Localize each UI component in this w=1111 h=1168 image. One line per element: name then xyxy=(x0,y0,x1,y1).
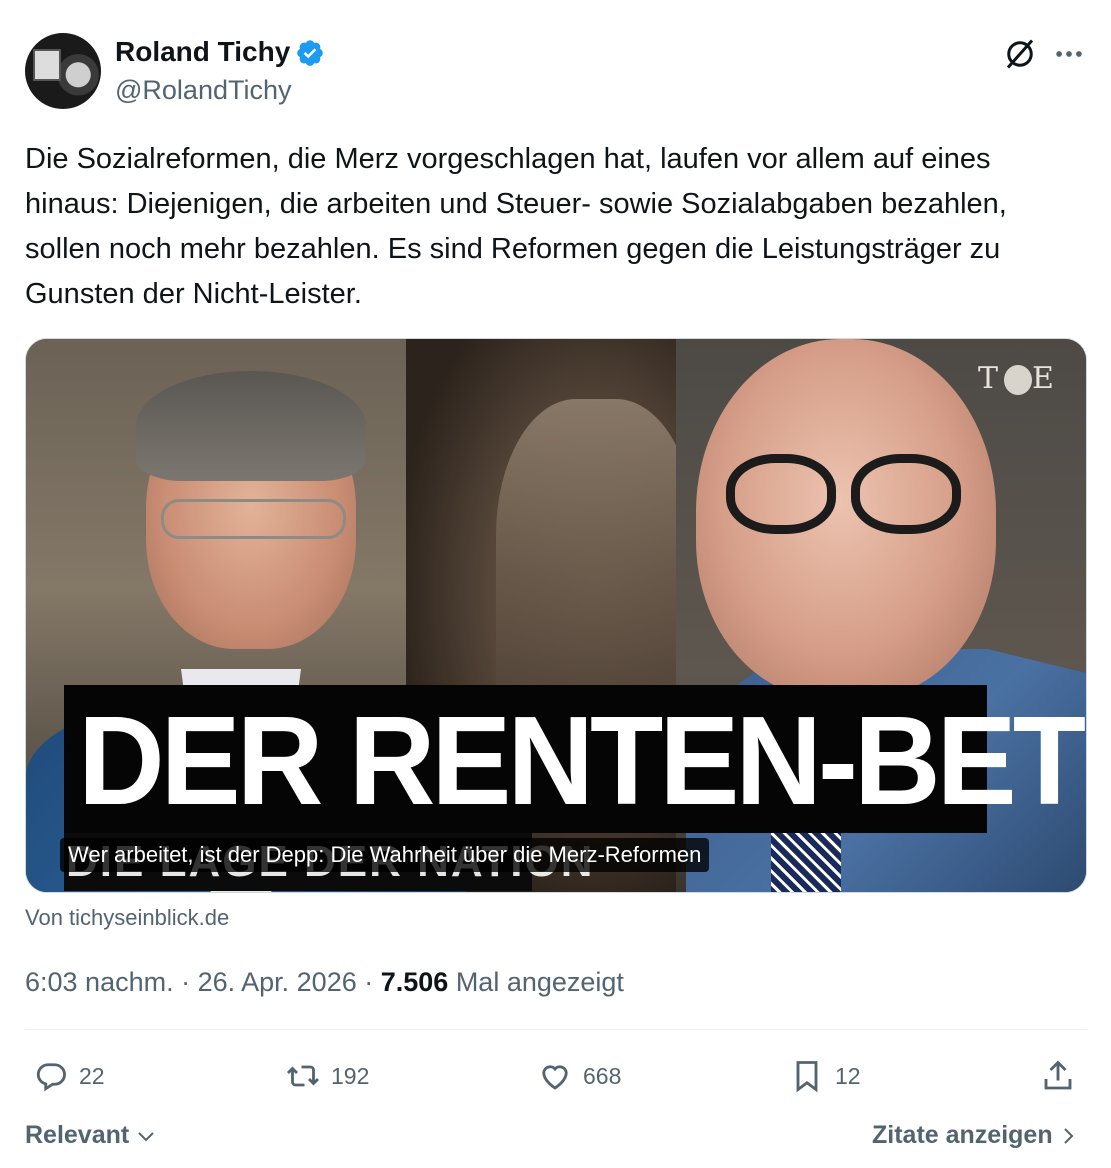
views-count: 7.506 xyxy=(380,967,449,997)
chevron-down-icon xyxy=(138,1132,154,1142)
bookmark-count: 12 xyxy=(835,1062,861,1089)
share-button[interactable] xyxy=(1040,1056,1086,1096)
author-avatar[interactable] xyxy=(25,33,101,109)
divider xyxy=(25,1029,1087,1030)
card-image-logo: TE xyxy=(978,361,1060,396)
like-count: 668 xyxy=(583,1062,622,1089)
card-image-person2-glasses-left xyxy=(726,454,836,534)
meta-separator: · xyxy=(173,967,198,997)
sort-dropdown[interactable]: Relevant xyxy=(25,1118,156,1152)
card-caption[interactable]: Wer arbeitet, ist der Depp: Die Wahrheit… xyxy=(60,838,710,872)
meta-separator: · xyxy=(356,967,381,997)
card-image-headline: DER RENTEN-BETRUG xyxy=(78,690,1086,832)
card-image-person2-glasses-right xyxy=(851,454,961,534)
repost-button[interactable]: 192 xyxy=(285,1056,369,1096)
repost-count: 192 xyxy=(331,1062,370,1089)
share-icon xyxy=(1044,1060,1072,1090)
logo-text: E xyxy=(1032,361,1060,396)
tweet-date[interactable]: 26. Apr. 2026 xyxy=(198,967,357,997)
author-name[interactable]: Roland Tichy xyxy=(115,34,290,70)
logo-seal xyxy=(1004,365,1033,395)
sort-label: Relevant xyxy=(25,1121,130,1149)
view-quotes-link[interactable]: Zitate anzeigen xyxy=(872,1118,1076,1152)
card-source[interactable]: Von tichyseinblick.de xyxy=(25,904,229,932)
more-icon[interactable] xyxy=(1052,37,1086,71)
tweet-text: Die Sozialreformen, die Merz vorgeschlag… xyxy=(25,143,1007,310)
link-card[interactable]: TE DER RENTEN-BETRUG DIE LAGE DER NATION… xyxy=(25,338,1087,893)
reply-count: 22 xyxy=(79,1062,105,1089)
tweet-meta: 6:03 nachm. · 26. Apr. 2026 · 7.506 Mal … xyxy=(25,964,624,1000)
reply-icon xyxy=(36,1063,66,1092)
tweet-time[interactable]: 6:03 nachm. xyxy=(25,967,174,997)
avatar-frame xyxy=(33,49,61,81)
views-label: Mal angezeigt xyxy=(448,967,624,997)
verified-badge-icon xyxy=(297,40,323,66)
card-image-person1-hair xyxy=(136,371,366,481)
reply-button[interactable]: 22 xyxy=(33,1056,105,1096)
card-image-person1-glasses xyxy=(161,499,346,539)
repost-icon xyxy=(286,1065,320,1087)
logo-t-glyph: T xyxy=(978,361,1005,396)
like-icon xyxy=(542,1065,568,1090)
author-handle[interactable]: @RolandTichy xyxy=(115,72,291,108)
quotes-label: Zitate anzeigen xyxy=(872,1121,1053,1149)
bookmark-button[interactable]: 12 xyxy=(789,1056,861,1096)
chevron-right-icon xyxy=(1063,1128,1073,1145)
like-button[interactable]: 668 xyxy=(537,1056,621,1096)
grok-icon[interactable] xyxy=(1002,36,1038,72)
bookmark-icon xyxy=(796,1061,818,1093)
